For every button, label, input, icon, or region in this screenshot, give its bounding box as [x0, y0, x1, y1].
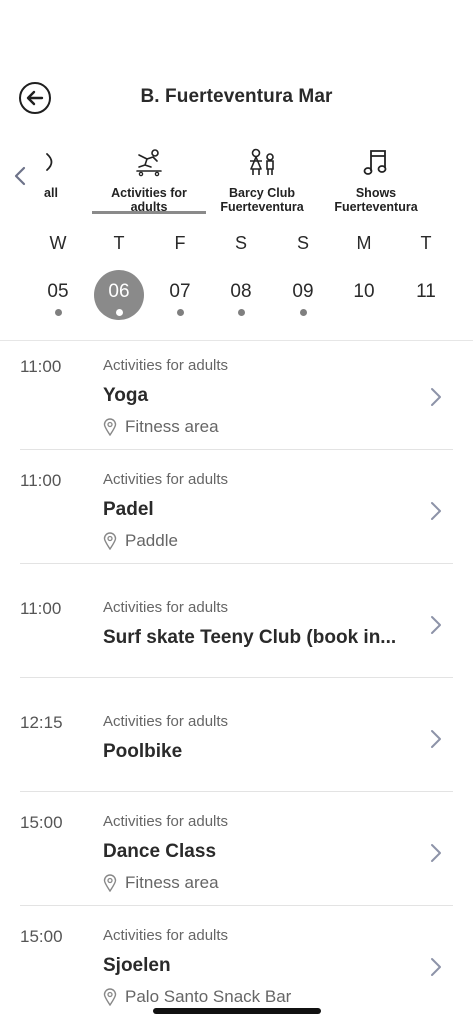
event-time: 15:00: [20, 927, 63, 946]
chevron-right-icon: [431, 730, 441, 748]
location-pin-icon: [103, 988, 117, 1006]
event-dot: [54, 309, 62, 316]
day-fri-07[interactable]: F 07: [150, 226, 210, 320]
location-pin-icon: [103, 418, 117, 436]
day-number: 11: [416, 281, 436, 302]
day-name: F: [174, 233, 186, 253]
event-category: Activities for adults: [103, 357, 229, 374]
event-time: 15:00: [20, 813, 63, 832]
category-tabs: all Activities for adults Barcy Club Fue…: [0, 140, 473, 218]
event-name: Padel: [103, 499, 154, 520]
tab-label: Shows Fuerteventura: [334, 186, 418, 214]
row-divider: [20, 449, 453, 450]
chevron-right-icon: [431, 844, 441, 862]
event-category: Activities for adults: [103, 713, 229, 730]
tab-shows[interactable]: Shows Fuerteventura: [324, 146, 428, 218]
location-pin-icon: [103, 874, 117, 892]
event-location-text: Fitness area: [125, 873, 219, 892]
day-wed-05[interactable]: W 05: [28, 226, 88, 320]
event-name: Dance Class: [103, 841, 217, 862]
location-pin-icon: [103, 532, 117, 550]
tab-activities-for-adults[interactable]: Activities for adults: [92, 146, 206, 218]
event-location: Fitness area: [103, 873, 219, 893]
day-name: T: [420, 233, 432, 253]
day-sun-09[interactable]: S 09: [273, 226, 333, 320]
event-location-text: Fitness area: [125, 417, 219, 436]
row-divider: [20, 905, 453, 906]
day-thu-06[interactable]: T 06: [89, 226, 149, 320]
event-time: 12:15: [20, 713, 63, 732]
day-number: 07: [169, 281, 191, 302]
event-row[interactable]: 15:00 Activities for adults Dance Class …: [0, 797, 473, 907]
event-name: Sjoelen: [103, 955, 171, 976]
header: B. Fuerteventura Mar: [0, 70, 473, 122]
week-day-picker: W 05 T 06 F 07 S 08 S 09 M 10 T 11: [0, 226, 473, 326]
event-row[interactable]: 12:15 Activities for adults Poolbike: [0, 683, 473, 793]
tab-label: Barcy Club Fuerteventura: [220, 186, 304, 214]
chevron-right-icon: [431, 388, 441, 406]
page-title: B. Fuerteventura Mar: [140, 86, 333, 107]
tab-barcy-club[interactable]: Barcy Club Fuerteventura: [210, 146, 314, 218]
row-divider: [20, 563, 453, 564]
event-time: 11:00: [20, 357, 62, 376]
day-name: M: [356, 233, 372, 253]
home-indicator[interactable]: [153, 1008, 321, 1014]
event-row[interactable]: 11:00 Activities for adults Surf skate T…: [0, 569, 473, 679]
day-tue-11[interactable]: T 11: [396, 226, 456, 320]
tab-label: Activities for adults: [111, 186, 187, 214]
chevron-left-icon[interactable]: [10, 164, 30, 188]
event-location: Palo Santo Snack Bar: [103, 987, 291, 1007]
chevron-right-icon: [431, 502, 441, 520]
event-time: 11:00: [20, 471, 62, 490]
tab-label: all: [44, 186, 58, 200]
event-category: Activities for adults: [103, 471, 229, 488]
event-dot: [176, 309, 184, 316]
event-location-text: Palo Santo Snack Bar: [125, 987, 292, 1006]
row-divider: [20, 677, 453, 678]
event-location: Paddle: [103, 531, 178, 551]
day-name: T: [113, 233, 125, 253]
event-name: Yoga: [103, 385, 149, 406]
day-number: 08: [230, 281, 252, 302]
row-divider: [20, 791, 453, 792]
day-number: 09: [292, 281, 314, 302]
chevron-right-icon: [431, 616, 441, 634]
day-name: S: [234, 233, 247, 253]
day-number: 06: [108, 281, 130, 302]
event-name: Poolbike: [103, 741, 183, 762]
event-category: Activities for adults: [103, 599, 229, 616]
event-dot: [115, 309, 123, 316]
day-name: S: [296, 233, 309, 253]
event-category: Activities for adults: [103, 813, 229, 830]
moon-icon: [46, 153, 53, 171]
music-note-icon: [363, 150, 387, 175]
event-location-text: Paddle: [125, 531, 178, 550]
children-icon: [250, 148, 274, 175]
event-time: 11:00: [20, 599, 62, 618]
event-row[interactable]: 15:00 Activities for adults Sjoelen Palo…: [0, 911, 473, 1021]
day-number: 10: [353, 281, 375, 302]
event-name: Surf skate Teeny Club (book in...: [103, 627, 397, 648]
event-dot: [237, 309, 245, 316]
day-mon-10[interactable]: M 10: [334, 226, 394, 320]
event-row[interactable]: 11:00 Activities for adults Yoga Fitness…: [0, 341, 473, 451]
skater-icon: [136, 149, 162, 177]
day-name: W: [49, 233, 67, 253]
event-category: Activities for adults: [103, 927, 229, 944]
chevron-right-icon: [431, 958, 441, 976]
active-tab-underline: [92, 211, 206, 214]
event-location: Fitness area: [103, 417, 219, 437]
day-sat-08[interactable]: S 08: [211, 226, 271, 320]
event-dot: [299, 309, 307, 316]
day-number: 05: [47, 281, 69, 302]
event-row[interactable]: 11:00 Activities for adults Padel Paddle: [0, 455, 473, 565]
tab-all[interactable]: all: [36, 146, 66, 218]
